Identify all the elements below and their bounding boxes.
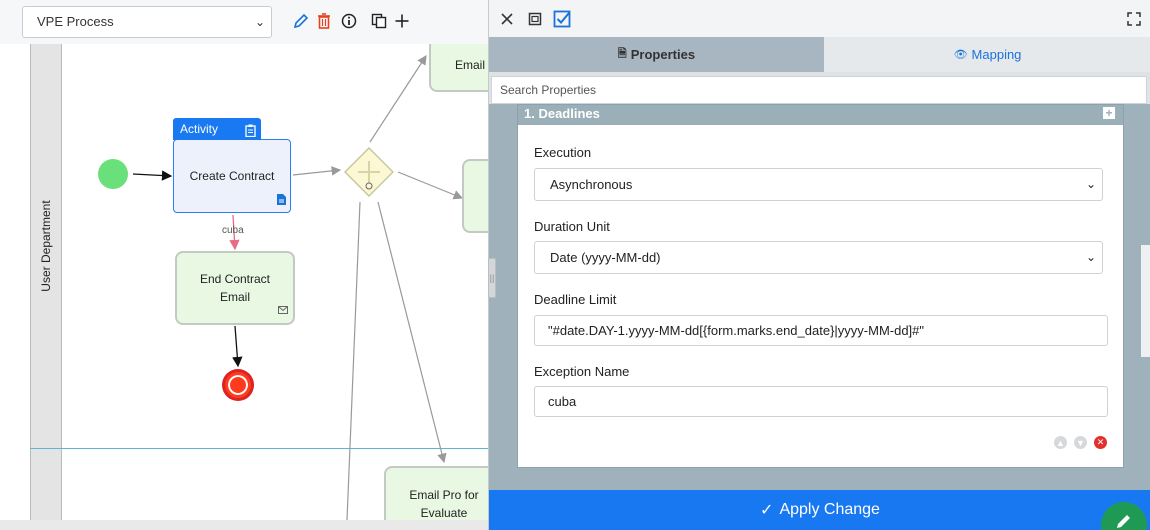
section-header: 1. Deadlines +: [518, 105, 1123, 125]
pencil-icon[interactable]: [292, 12, 310, 30]
diagram-canvas[interactable]: User Department Activity Create Contract…: [0, 44, 488, 520]
email-node[interactable]: Email: [429, 44, 488, 92]
panel-tabs: 🗎 Properties 👁 Mapping: [489, 37, 1150, 72]
app-root: VPE Process ⌄ User Department Activity C…: [0, 0, 1150, 530]
chevron-down-icon: ⌄: [1085, 250, 1096, 264]
panel-resize-handle[interactable]: ||: [488, 258, 496, 298]
section-title: 1. Deadlines: [524, 106, 600, 121]
execution-value: Asynchronous: [550, 177, 633, 192]
email-pro-label: Email Pro for Evaluate: [409, 488, 479, 520]
edge-label: cuba: [222, 225, 244, 236]
exception-name-input[interactable]: cuba: [534, 386, 1108, 417]
duration-unit-select[interactable]: Date (yyyy-MM-dd) ⌄: [534, 241, 1103, 274]
add-icon[interactable]: +: [1103, 107, 1115, 119]
properties-panel: 🗎 Properties 👁 Mapping 1. Deadlines + Ex…: [488, 0, 1150, 530]
exception-name-label: Exception Name: [534, 364, 630, 379]
activity-caption: Activity: [173, 118, 261, 140]
info-icon[interactable]: [340, 12, 358, 30]
check-icon: ✓: [760, 502, 774, 519]
tab-mapping-label: Mapping: [971, 47, 1022, 62]
search-properties-input[interactable]: [491, 76, 1147, 104]
pencil-icon: [1117, 515, 1130, 528]
horizontal-scrollbar[interactable]: [0, 520, 488, 530]
mail-icon: [278, 301, 288, 319]
email-pro-node[interactable]: Email Pro for Evaluate: [384, 466, 488, 520]
close-icon[interactable]: [498, 10, 516, 28]
diagram-toolbar: VPE Process ⌄: [0, 0, 488, 44]
vertical-scrollbar[interactable]: [1141, 245, 1150, 357]
document-icon: [277, 193, 286, 208]
expand-icon[interactable]: [1125, 10, 1143, 28]
move-down-icon[interactable]: ▼: [1074, 436, 1087, 449]
trash-icon[interactable]: [315, 12, 333, 30]
plus-icon[interactable]: [393, 12, 411, 30]
deadlines-section: 1. Deadlines + Execution Asynchronous ⌄ …: [517, 104, 1124, 468]
parallel-gateway[interactable]: [343, 146, 395, 198]
move-up-icon[interactable]: ▲: [1054, 436, 1067, 449]
tab-mapping[interactable]: 👁 Mapping: [824, 37, 1150, 72]
chevron-down-icon: ⌄: [1085, 177, 1096, 191]
apply-change-label: Apply Change: [779, 501, 880, 518]
tab-properties[interactable]: 🗎 Properties: [489, 37, 824, 72]
process-select-value: VPE Process: [37, 14, 114, 29]
checkbox-icon[interactable]: [553, 10, 571, 28]
copy-icon[interactable]: [370, 12, 388, 30]
end-contract-email-label: End Contract Email: [199, 272, 271, 304]
process-select[interactable]: VPE Process ⌄: [22, 6, 272, 38]
duration-unit-value: Date (yyyy-MM-dd): [550, 250, 661, 265]
layout-icon[interactable]: [526, 10, 544, 28]
activity-create-contract[interactable]: Activity Create Contract: [173, 118, 291, 213]
deadline-limit-label: Deadline Limit: [534, 292, 617, 307]
partial-node[interactable]: [462, 159, 488, 233]
properties-scroll-area[interactable]: 1. Deadlines + Execution Asynchronous ⌄ …: [489, 104, 1150, 490]
deadline-limit-input[interactable]: "#date.DAY-1.yyyy-MM-dd[{form.marks.end_…: [534, 315, 1108, 346]
chevron-down-icon: ⌄: [254, 15, 265, 29]
activity-name: Create Contract: [189, 169, 275, 183]
remove-icon[interactable]: ✕: [1094, 436, 1107, 449]
duration-unit-label: Duration Unit: [534, 219, 610, 234]
activity-caption-label: Activity: [180, 122, 219, 136]
document-icon: 🗎: [617, 48, 627, 60]
execution-select[interactable]: Asynchronous ⌄: [534, 168, 1103, 201]
eye-icon: 👁: [953, 49, 968, 61]
email-node-label: Email: [455, 58, 486, 72]
execution-label: Execution: [534, 145, 592, 160]
panel-top-bar: [489, 0, 1150, 37]
start-event[interactable]: [98, 159, 128, 189]
tab-properties-label: Properties: [630, 47, 696, 62]
end-event[interactable]: [225, 372, 251, 398]
end-contract-email-node[interactable]: End Contract Email: [175, 251, 295, 325]
apply-change-button[interactable]: ✓ Apply Change: [489, 490, 1150, 530]
